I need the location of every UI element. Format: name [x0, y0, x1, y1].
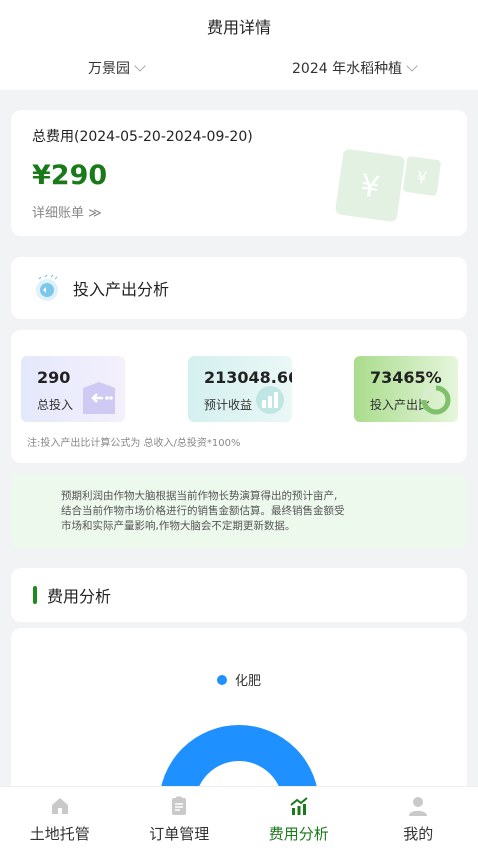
page-title: 费用详情 — [206, 18, 271, 37]
analysis-section-title: 投入产出分析 — [73, 280, 170, 299]
profit-notice: 预期利润由作物大脑根据当前作物长势演算得出的预计亩产, 结合当前作物市场价格进行… — [11, 475, 467, 548]
total-cost-amount: ¥290 — [32, 160, 108, 191]
tab-label: 土地托管 — [29, 825, 90, 843]
tab-my[interactable]: 我的 — [359, 787, 478, 850]
total-input-stat: 290 总投入 — [21, 356, 125, 422]
home-icon — [51, 798, 68, 814]
tab-label: 订单管理 — [149, 825, 210, 843]
user-icon — [409, 797, 428, 816]
stat-value: 290 — [37, 368, 71, 387]
legend-dot — [216, 674, 227, 685]
tab-label: 费用分析 — [268, 825, 329, 843]
notice-line: 市场和实际产量影响,作物大脑会不定期更新数据。 — [61, 520, 296, 532]
clipboard-icon — [172, 796, 187, 815]
cost-section-title: 费用分析 — [47, 587, 112, 606]
ratio-ring-icon — [421, 385, 451, 415]
stats-card: 290 总投入 213048.66 预计收益 73465% 投入产出比 注:投入… — [11, 330, 467, 463]
money-bills-icon: ¥ ¥ — [335, 149, 441, 222]
tab-cost-analysis[interactable]: 费用分析 — [239, 787, 359, 850]
farm-selector[interactable]: 万景园 — [88, 58, 146, 78]
input-arrow-icon — [83, 382, 115, 414]
total-cost-label: 总费用(2024-05-20-2024-09-20) — [32, 129, 253, 145]
notice-line: 结合当前作物市场价格进行的销售金额估算。最终销售金额受 — [61, 505, 345, 517]
detail-bill-link[interactable]: 详细账单 ≫ — [32, 202, 102, 221]
stat-label: 预计收益 — [204, 398, 253, 412]
ai-brain-icon — [36, 274, 58, 301]
tab-order-management[interactable]: 订单管理 — [120, 787, 240, 850]
farm-selector-label: 万景园 — [88, 61, 130, 77]
chevron-down-icon — [134, 59, 146, 72]
chevron-down-icon — [406, 59, 418, 72]
section-accent-bar — [33, 586, 37, 604]
stat-label: 总投入 — [37, 398, 74, 412]
tab-label: 我的 — [403, 825, 434, 843]
crop-selector[interactable]: 2024 年水稻种植 — [292, 58, 418, 78]
roi-formula-note: 注:投入产出比计算公式为 总收入/总投资*100% — [27, 438, 241, 449]
chart-legend[interactable]: 化肥 — [11, 670, 467, 689]
income-chart-icon — [256, 386, 284, 414]
tab-land-management[interactable]: 土地托管 — [0, 787, 120, 850]
roi-stat: 73465% 投入产出比 — [354, 356, 458, 422]
legend-label: 化肥 — [234, 674, 261, 689]
notice-line: 预期利润由作物大脑根据当前作物长势演算得出的预计亩产, — [61, 490, 338, 502]
cost-section-header: 费用分析 — [11, 568, 467, 622]
header: 费用详情 万景园 2024 年水稻种植 — [0, 0, 478, 90]
expected-income-stat: 213048.66 预计收益 — [188, 356, 292, 422]
total-cost-card: 总费用(2024-05-20-2024-09-20) ¥290 详细账单 ≫ ¥… — [11, 110, 467, 236]
chart-icon — [290, 797, 308, 815]
bottom-tab-bar: 土地托管 订单管理 费用分析 我的 — [0, 786, 478, 850]
crop-selector-label: 2024 年水稻种植 — [292, 61, 403, 77]
analysis-section-header: 投入产出分析 — [11, 257, 467, 319]
